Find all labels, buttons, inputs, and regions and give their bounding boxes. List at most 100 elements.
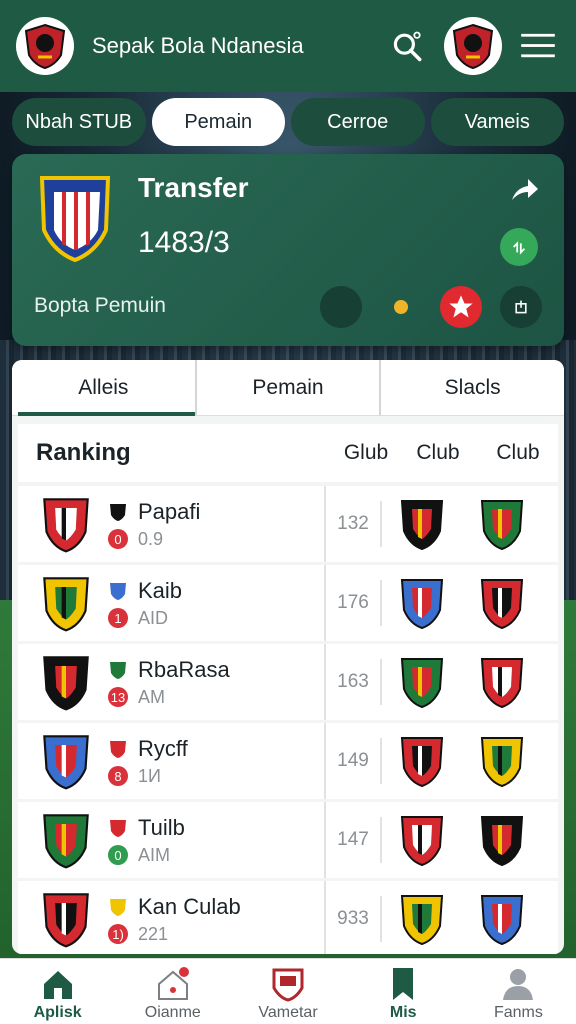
nav-vametar[interactable]: Vametar [230,959,345,1024]
sub-tabs: Alleis Pemain Slacls [12,360,564,416]
notification-house-icon [157,967,189,1000]
team-score: 163 [326,659,382,705]
action-icon[interactable] [500,228,538,266]
club-crest-icon [39,176,111,262]
team-meta: 1 AID [108,608,182,629]
team-score: 147 [326,817,382,863]
club-crest-icon [462,497,542,551]
app-title: Sepak Bola Ndanesia [92,33,304,58]
club-crest-icon [462,813,542,867]
team-cell: RbaRasa 13 AM [18,644,326,720]
club-crest-icon[interactable] [444,17,502,75]
transfer-title: Transfer [138,172,249,203]
subtab-alleis[interactable]: Alleis [12,360,195,416]
team-score: 176 [326,580,382,626]
team-crest-icon [40,495,92,553]
shield-icon [272,968,304,1002]
team-meta: 13 AM [108,687,230,708]
club-crest-icon [382,655,462,709]
team-name: Rycff [138,735,188,761]
column-header: Glub [343,441,389,464]
transfer-card[interactable]: Transfer 1483/3 Bopta Pemuin [12,154,564,346]
team-name: Papafi [138,498,201,524]
team-name-row: Tuilb [108,815,185,841]
share-icon[interactable] [508,174,540,206]
team-name-row: Kan Culab [108,894,241,920]
table-row[interactable]: Kan Culab 1) 221 933 [18,881,558,954]
table-row[interactable]: Rycff 8 1И 149 [18,723,558,799]
table-row[interactable]: Kaib 1 AID 176 [18,565,558,641]
team-meta-text: 221 [138,923,169,944]
profile-icon [503,969,534,1000]
circle-button[interactable] [320,286,362,328]
column-header: Club [496,441,540,464]
club-crest-icon[interactable] [16,17,74,75]
rank-badge: 13 [108,687,128,707]
team-meta-text: AM [138,686,165,707]
tab-cerroe[interactable]: Cerroe [291,98,425,146]
team-crest-icon [40,653,92,711]
nav-label: Mis [389,1004,417,1021]
team-info: Papafi 0 0.9 [108,499,200,550]
team-info: Kaib 1 AID [108,578,182,629]
team-crest-icon [40,574,92,632]
team-score: 149 [326,738,382,784]
team-name: Kan Culab [138,893,241,919]
team-crest-icon [40,811,92,869]
search-icon[interactable] [386,24,430,68]
club-crest-icon [462,892,542,946]
mini-crest-icon [110,898,126,916]
rank-badge: 1) [108,924,128,944]
dot-button[interactable] [380,286,422,328]
team-crest-icon [40,890,92,948]
team-name-row: Rycff [108,736,188,762]
team-crest-icon [40,732,92,790]
column-header: Club [416,441,460,464]
mini-crest-icon [110,661,126,679]
table-row[interactable]: Tuilb 0 AIM 147 [18,802,558,878]
ranking-header: Ranking Glub Club Club [18,424,558,482]
nav-label: Fanms [493,1004,543,1021]
team-cell: Papafi 0 0.9 [18,486,326,562]
app-header: Sepak Bola Ndanesia [0,0,576,92]
menu-icon[interactable] [516,24,560,68]
team-score: 933 [326,896,382,942]
team-meta: 1) 221 [108,924,241,945]
bottom-nav: Aplisk Oianme Vametar Mis Fanms [0,958,576,1024]
team-cell: Tuilb 0 AIM [18,802,326,878]
top-tabs: Nbah STUB Pemain Cerroe Vameis [12,98,564,146]
nav-aplisk[interactable]: Aplisk [0,959,115,1024]
club-crest-icon [462,734,542,788]
star-icon[interactable] [440,286,482,328]
subtab-pemain[interactable]: Pemain [194,360,380,415]
ranking-title: Ranking [36,439,131,466]
nav-mis[interactable]: Mis [346,959,461,1024]
ranking-list: Papafi 0 0.9 132 Kaib 1 AID 176 RbaRasa 13 AM 163 Ry… [18,486,558,954]
nav-oianme[interactable]: Oianme [115,959,230,1024]
tab-vameis[interactable]: Vameis [430,98,564,146]
bookmark-icon [393,968,414,1000]
team-name-row: Papafi [108,499,200,525]
table-row[interactable]: Papafi 0 0.9 132 [18,486,558,562]
team-score: 132 [326,501,382,547]
subtab-slacls[interactable]: Slacls [379,360,564,415]
tab-nbah-stub[interactable]: Nbah STUB [12,98,146,146]
table-row[interactable]: RbaRasa 13 AM 163 [18,644,558,720]
club-crest-icon [382,734,462,788]
mini-crest-icon [110,503,126,521]
mini-crest-icon [110,819,126,837]
team-meta: 8 1И [108,766,188,787]
team-meta-text: AID [138,607,169,628]
tab-pemain[interactable]: Pemain [151,98,285,146]
nav-fanms[interactable]: Fanms [461,959,576,1024]
rank-badge: 0 [108,529,128,549]
nav-label: Vametar [258,1004,318,1021]
export-icon[interactable] [500,286,542,328]
rank-badge: 1 [108,608,128,628]
team-meta: 0 0.9 [108,529,200,550]
mini-crest-icon [110,582,126,600]
team-info: RbaRasa 13 AM [108,657,230,708]
team-name: Kaib [138,577,183,603]
team-cell: Rycff 8 1И [18,723,326,799]
nav-label: Aplisk [33,1004,82,1021]
